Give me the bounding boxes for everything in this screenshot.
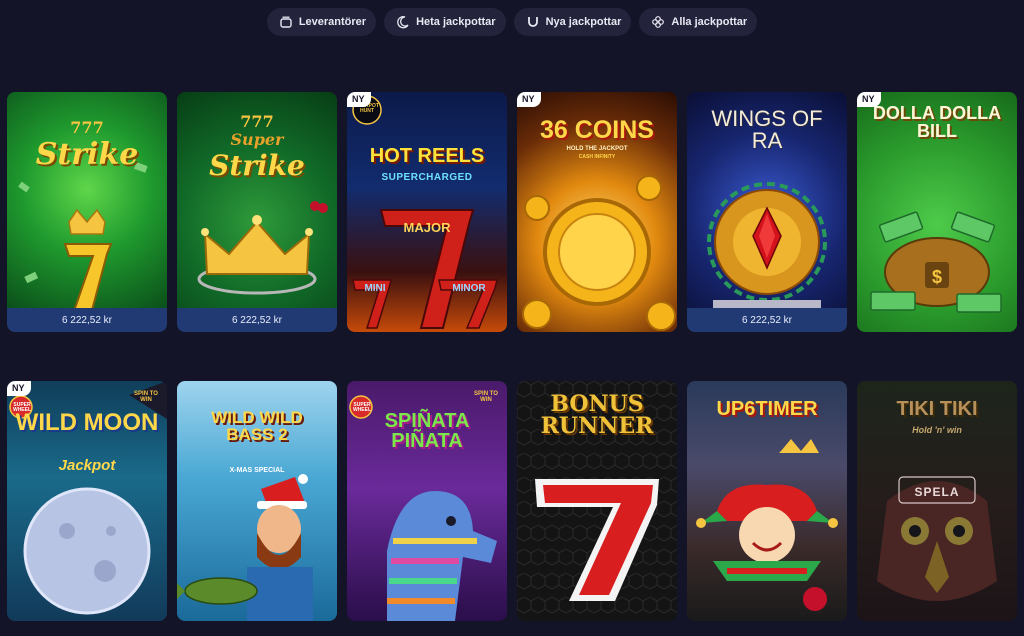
sevens-art	[352, 95, 498, 329]
game-subtitle: Hold 'n' win	[912, 425, 962, 435]
game-artwork: TIKI TIKI Hold 'n' win SPELA	[857, 381, 1017, 621]
label-minor: MINOR	[452, 283, 486, 294]
game-artwork: SUPER WHEEL SPIN TO WIN WILD MOON Jackpo…	[7, 381, 167, 621]
jackpot-amount: 6 222,52 kr	[7, 308, 167, 332]
game-card-spinata-pinata[interactable]: SUPER WHEEL SPIN TO WIN SPIÑATA PIÑATA	[347, 381, 507, 621]
game-title-prefix: 777	[70, 118, 104, 137]
filter-providers[interactable]: Leverantörer	[266, 8, 377, 36]
filter-label: Nya jackpottar	[545, 16, 622, 28]
super-wheel-badge: SUPER WHEEL	[352, 402, 372, 413]
game-artwork: $ DOLLA DOLLA BILL	[857, 92, 1017, 332]
svg-text:$: $	[932, 267, 942, 287]
game-card-777-super-strike[interactable]: 777 Super Strike 6 222,52 kr	[177, 92, 337, 332]
new-badge: NY	[517, 92, 541, 107]
new-badge: NY	[7, 381, 31, 396]
game-card-wild-wild-bass-2[interactable]: WILD WILD BASS 2 X-MAS SPECIAL	[177, 381, 337, 621]
game-title-prefix: 777	[240, 112, 274, 131]
game-artwork: 777 Super Strike	[177, 92, 337, 308]
jackpot-game-grid: 777 Strike 6 222,52 kr 777 Super Strike …	[7, 92, 1017, 621]
spin-to-win-badge: SPIN TO WIN	[474, 391, 498, 403]
game-subtitle: X-MAS SPECIAL	[229, 467, 285, 474]
game-card-wild-moon-jackpot[interactable]: NY SUPER WHEEL SPIN TO WIN WILD MOON Jac…	[7, 381, 167, 621]
moon-icon	[396, 15, 410, 29]
game-card-36-coins[interactable]: NY 36 COINS HOLD THE JACKPOT CASH INFINI…	[517, 92, 677, 332]
provider-icon	[279, 15, 293, 29]
jackpot-amount: 6 222,52 kr	[687, 308, 847, 332]
game-title: WINGS OF RA	[711, 106, 823, 153]
game-card-up6timer[interactable]: UP6TIMER	[687, 381, 847, 621]
play-overlay-button[interactable]: SPELA	[857, 485, 1017, 499]
game-artwork: SUPER WHEEL SPIN TO WIN SPIÑATA PIÑATA	[347, 381, 507, 621]
horseshoe-icon	[526, 15, 540, 29]
game-card-tiki-tiki[interactable]: TIKI TIKI Hold 'n' win SPELA	[857, 381, 1017, 621]
filter-label: Alla jackpottar	[671, 16, 748, 28]
game-card-777-strike[interactable]: 777 Strike 6 222,52 kr	[7, 92, 167, 332]
filter-label: Leverantörer	[298, 16, 367, 28]
filter-all-jackpots[interactable]: Alla jackpottar	[639, 8, 758, 36]
game-title: Strike	[35, 137, 139, 172]
game-title: SPIÑATA PIÑATA	[384, 410, 470, 452]
super-wheel-badge: SUPER WHEEL	[12, 402, 32, 413]
game-title: Strike	[209, 149, 305, 182]
jackpot-amount: 6 222,52 kr	[177, 308, 337, 332]
game-title: UP6TIMER	[716, 398, 818, 420]
game-subtitle-2: CASH INFINITY	[578, 154, 616, 160]
game-artwork: UP6TIMER	[687, 381, 847, 621]
filter-label: Heta jackpottar	[416, 16, 496, 28]
game-artwork: WILD WILD BASS 2 X-MAS SPECIAL	[177, 381, 337, 621]
spin-to-win-badge: SPIN TO WIN	[134, 391, 158, 403]
new-badge: NY	[347, 92, 371, 107]
game-card-bonus-runner[interactable]: BONUS RUNNER	[517, 381, 677, 621]
filter-new-jackpots[interactable]: Nya jackpottar	[513, 8, 632, 36]
game-card-hot-reels[interactable]: NY JACKPOT HUNT HOT REELS SUPERCHARGED M…	[347, 92, 507, 332]
game-title: WILD MOON	[15, 409, 159, 436]
game-artwork: BONUS RUNNER	[517, 381, 677, 621]
game-subtitle: SUPERCHARGED	[381, 172, 473, 183]
game-subtitle: HOLD THE JACKPOT	[566, 146, 628, 152]
game-artwork: 777 Strike	[7, 92, 167, 308]
game-subtitle: Jackpot	[58, 457, 116, 474]
game-card-dolla-dolla-bill[interactable]: NY $ DOLLA DOLLA BILL	[857, 92, 1017, 332]
game-artwork: JACKPOT HUNT HOT REELS SUPERCHARGED MAJO…	[347, 92, 507, 332]
game-title: 36 COINS	[540, 116, 654, 144]
game-title: TIKI TIKI	[896, 398, 978, 420]
new-badge: NY	[857, 92, 881, 107]
jackpot-filter-bar: Leverantörer Heta jackpottar Nya jackpot…	[0, 8, 1024, 36]
filter-hot-jackpots[interactable]: Heta jackpottar	[384, 8, 506, 36]
game-card-wings-of-ra[interactable]: WINGS OF RA 6 222,52 kr	[687, 92, 847, 332]
game-artwork: WINGS OF RA	[687, 92, 847, 308]
game-title: BONUS RUNNER	[540, 391, 654, 439]
game-title-top: Super	[230, 130, 284, 149]
game-title: WILD WILD BASS 2	[211, 408, 303, 444]
clover-icon	[651, 15, 665, 29]
label-major: MAJOR	[403, 220, 451, 235]
game-title: HOT REELS	[369, 145, 485, 167]
label-mini: MINI	[364, 283, 386, 294]
game-title: DOLLA DOLLA BILL	[872, 103, 1002, 141]
game-artwork: 36 COINS HOLD THE JACKPOT CASH INFINITY	[517, 92, 677, 332]
